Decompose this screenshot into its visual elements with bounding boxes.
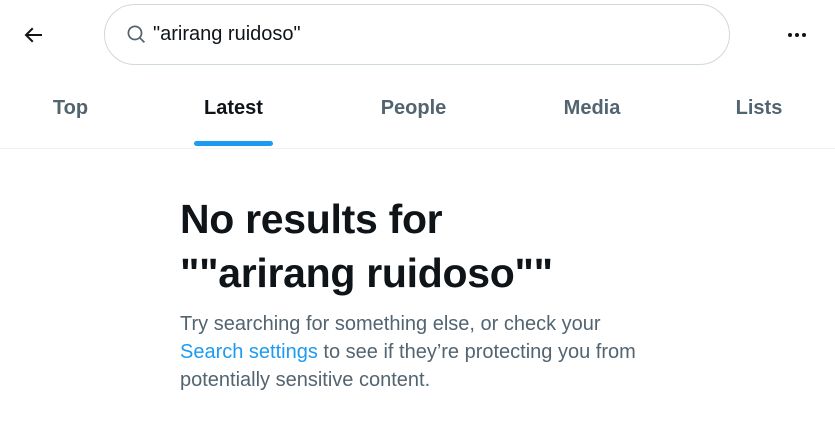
tab-label: Lists <box>735 96 783 119</box>
top-bar <box>0 0 835 70</box>
tab-lists[interactable]: Lists <box>683 70 835 148</box>
more-horizontal-icon <box>788 33 806 37</box>
search-icon <box>125 24 147 46</box>
empty-state-description: Try searching for something else, or che… <box>180 310 650 394</box>
search-input[interactable] <box>153 23 693 46</box>
tab-label: People <box>380 96 447 119</box>
empty-state-title-line2: ""arirang ruidoso"" <box>180 250 553 296</box>
tab-media[interactable]: Media <box>501 70 683 148</box>
tab-latest[interactable]: Latest <box>141 70 326 148</box>
arrow-left-icon <box>24 27 42 43</box>
search-settings-link[interactable]: Search settings <box>180 341 318 363</box>
back-button[interactable] <box>14 16 52 54</box>
tab-label: Media <box>563 96 621 119</box>
active-tab-indicator <box>194 141 273 146</box>
more-options-button[interactable] <box>778 16 816 54</box>
tab-label: Top <box>52 96 89 119</box>
empty-state-title: No results for ""arirang ruidoso"" <box>180 192 650 300</box>
tab-label: Latest <box>204 96 263 119</box>
tab-top[interactable]: Top <box>0 70 141 148</box>
search-tabs: Top Latest People Media Lists <box>0 70 835 149</box>
search-box[interactable] <box>104 4 730 65</box>
description-text: Try searching for something else, or che… <box>180 313 601 335</box>
empty-state: No results for ""arirang ruidoso"" Try s… <box>180 192 650 394</box>
empty-state-title-line1: No results for <box>180 196 443 242</box>
tab-people[interactable]: People <box>326 70 501 148</box>
